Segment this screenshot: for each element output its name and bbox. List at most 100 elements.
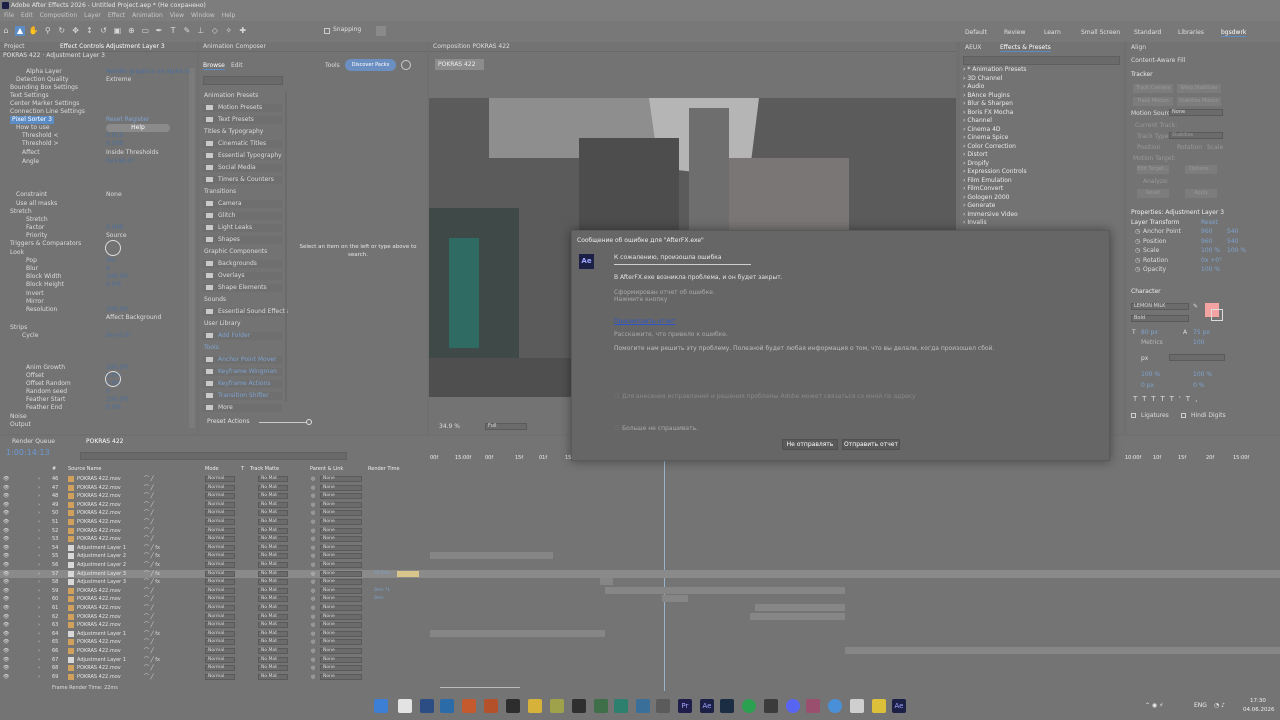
timeline-layer-row[interactable]: 👁 › 46 POKRAS 422.mov ⌒ ╱ Normal No Mat ◎ None	[0, 475, 1280, 483]
pickwhip-icon[interactable]: ◎	[311, 492, 315, 500]
visibility-eye-icon[interactable]: 👁	[3, 664, 9, 672]
blend-mode-dropdown[interactable]: Normal	[205, 484, 235, 491]
layer-duration-bar[interactable]	[605, 586, 845, 594]
parent-dropdown[interactable]: None	[320, 476, 362, 482]
track-matte-dropdown[interactable]: No Mat	[258, 639, 288, 646]
discover-packs-button[interactable]: Discover Packs	[345, 59, 396, 71]
effects-category[interactable]: › Color Correction	[963, 143, 1118, 151]
switches-icons[interactable]: ⌒ ╱	[144, 475, 154, 483]
spotify-icon[interactable]	[742, 699, 756, 713]
track-matte-dropdown[interactable]: No Mat	[258, 605, 288, 611]
clock-time[interactable]: 17:30	[1250, 698, 1266, 704]
effect-row[interactable]: Cycle 0x+0.0°	[0, 332, 190, 340]
app-icon-6[interactable]	[850, 699, 864, 713]
timeline-header[interactable]: #	[52, 466, 56, 472]
visibility-eye-icon[interactable]: 👁	[3, 578, 9, 586]
prop-value-2[interactable]: 540	[1227, 238, 1238, 246]
effect-row[interactable]: Alpha Layer Render graphics on alpha la	[0, 68, 190, 76]
effect-row[interactable]: Text Settings	[0, 92, 190, 100]
blend-mode-dropdown[interactable]: Normal	[205, 605, 235, 611]
effects-category[interactable]: › Audio	[963, 83, 1118, 91]
effect-row[interactable]: Feather Start 100.0%	[0, 396, 190, 404]
composer-item[interactable]: Glitch	[202, 212, 282, 220]
track-matte-dropdown[interactable]: No Mat	[258, 510, 288, 517]
blend-mode-dropdown[interactable]: Normal	[205, 562, 235, 568]
composer-item[interactable]: Anchor Point Mover	[202, 356, 282, 364]
timeline-header[interactable]: Source Name	[68, 466, 102, 472]
track-matte-dropdown[interactable]: No Mat	[258, 562, 288, 568]
prop-value-1[interactable]: 100 %	[1201, 247, 1220, 255]
expand-arrow-icon[interactable]: ›	[38, 535, 40, 543]
track-matte-dropdown[interactable]: No Mat	[258, 579, 288, 586]
layer-name[interactable]: Adjustment Layer 3	[77, 578, 126, 586]
effect-row[interactable]: Mirror	[0, 298, 190, 306]
prop-value-1[interactable]: 0x +0°	[1201, 257, 1222, 265]
tab-align[interactable]: Align	[1131, 44, 1146, 51]
visibility-eye-icon[interactable]: 👁	[3, 561, 9, 569]
stopwatch-icon[interactable]: ◷	[1135, 257, 1140, 265]
composer-item[interactable]: Transitions	[204, 188, 284, 196]
blend-mode-dropdown[interactable]: Normal	[205, 493, 235, 500]
ligatures-checkbox[interactable]	[1131, 412, 1136, 419]
selection-tool-icon[interactable]: ▲	[14, 26, 25, 36]
clone-tool-icon[interactable]: ⊥	[196, 26, 206, 36]
pickwhip-icon[interactable]: ◎	[311, 664, 315, 672]
layer-name[interactable]: POKRAS 422.mov	[77, 595, 121, 603]
pickwhip-icon[interactable]: ◎	[311, 647, 315, 655]
prop-value-2[interactable]: 100 %	[1227, 247, 1246, 255]
prop-value-1[interactable]: 960	[1201, 228, 1212, 236]
visibility-eye-icon[interactable]: 👁	[3, 527, 9, 535]
composer-item[interactable]: Graphic Components	[204, 248, 284, 256]
parent-dropdown[interactable]: None	[320, 510, 362, 517]
eraser-tool-icon[interactable]: ◇	[210, 26, 220, 36]
expand-arrow-icon[interactable]: ›	[38, 484, 40, 492]
text-style-buttons[interactable]: TTTTT'T,	[1133, 395, 1202, 403]
discord-icon[interactable]	[786, 699, 800, 713]
blend-mode-dropdown[interactable]: Normal	[205, 656, 235, 663]
effect-row[interactable]: Blur 0	[0, 265, 190, 273]
visibility-eye-icon[interactable]: 👁	[3, 501, 9, 509]
layer-name[interactable]: POKRAS 422.mov	[77, 664, 121, 672]
effect-row[interactable]: Threshold < 0.010	[0, 132, 190, 140]
parent-dropdown[interactable]: None	[320, 562, 362, 568]
composer-item[interactable]: Timers & Counters	[202, 176, 282, 184]
effects-category[interactable]: › FilmConvert	[963, 185, 1118, 193]
premiere-icon[interactable]: Pr	[678, 699, 692, 713]
effect-row[interactable]: Connection Line Settings	[0, 108, 190, 116]
stroke-color-swatch[interactable]	[1211, 309, 1223, 321]
blend-mode-dropdown[interactable]: Normal	[205, 536, 235, 543]
app-icon-5[interactable]	[806, 699, 820, 713]
expand-arrow-icon[interactable]: ›	[38, 630, 40, 638]
timeline-header[interactable]: Mode	[205, 466, 219, 472]
composer-item[interactable]: Shape Elements	[202, 284, 282, 292]
composer-item[interactable]: Social Media	[202, 164, 282, 172]
effect-row[interactable]: Angle 0x+90.0°	[0, 158, 190, 166]
expand-arrow-icon[interactable]: ›	[38, 613, 40, 621]
pickwhip-icon[interactable]: ◎	[311, 501, 315, 509]
composer-item[interactable]: Animation Presets	[204, 92, 284, 100]
composer-item[interactable]: Text Presets	[202, 116, 282, 124]
effect-scrollbar[interactable]	[189, 68, 195, 428]
composer-item[interactable]: Transition Shifter	[202, 392, 282, 400]
track-matte-dropdown[interactable]: No Mat	[258, 570, 288, 577]
effects-category[interactable]: › Cinema 4D	[963, 126, 1118, 134]
track-matte-dropdown[interactable]: No Mat	[258, 596, 288, 603]
track-matte-dropdown[interactable]: No Mat	[258, 630, 288, 637]
effect-row[interactable]: Invert	[0, 290, 190, 298]
tab-edit[interactable]: Edit	[231, 62, 243, 69]
expand-arrow-icon[interactable]: ›	[38, 647, 40, 655]
angle-dial-icon[interactable]	[105, 371, 121, 387]
composer-item[interactable]: Light Leaks	[202, 224, 282, 232]
track-matte-dropdown[interactable]: No Mat	[258, 553, 288, 560]
track-matte-dropdown[interactable]: No Mat	[258, 484, 288, 491]
home-icon[interactable]: ⌂	[1, 26, 11, 36]
pan-behind-icon[interactable]: ⊕	[126, 26, 136, 36]
pickwhip-icon[interactable]: ◎	[311, 656, 315, 664]
options-button[interactable]: Options...	[1185, 165, 1217, 174]
menu-layer[interactable]: Layer	[84, 12, 101, 19]
dont-send-button[interactable]: Не отправлять	[782, 439, 838, 450]
track-matte-dropdown[interactable]: No Mat	[258, 665, 288, 672]
menu-help[interactable]: Help	[222, 12, 236, 19]
pickwhip-icon[interactable]: ◎	[311, 561, 315, 569]
blend-mode-dropdown[interactable]: Normal	[205, 544, 235, 551]
